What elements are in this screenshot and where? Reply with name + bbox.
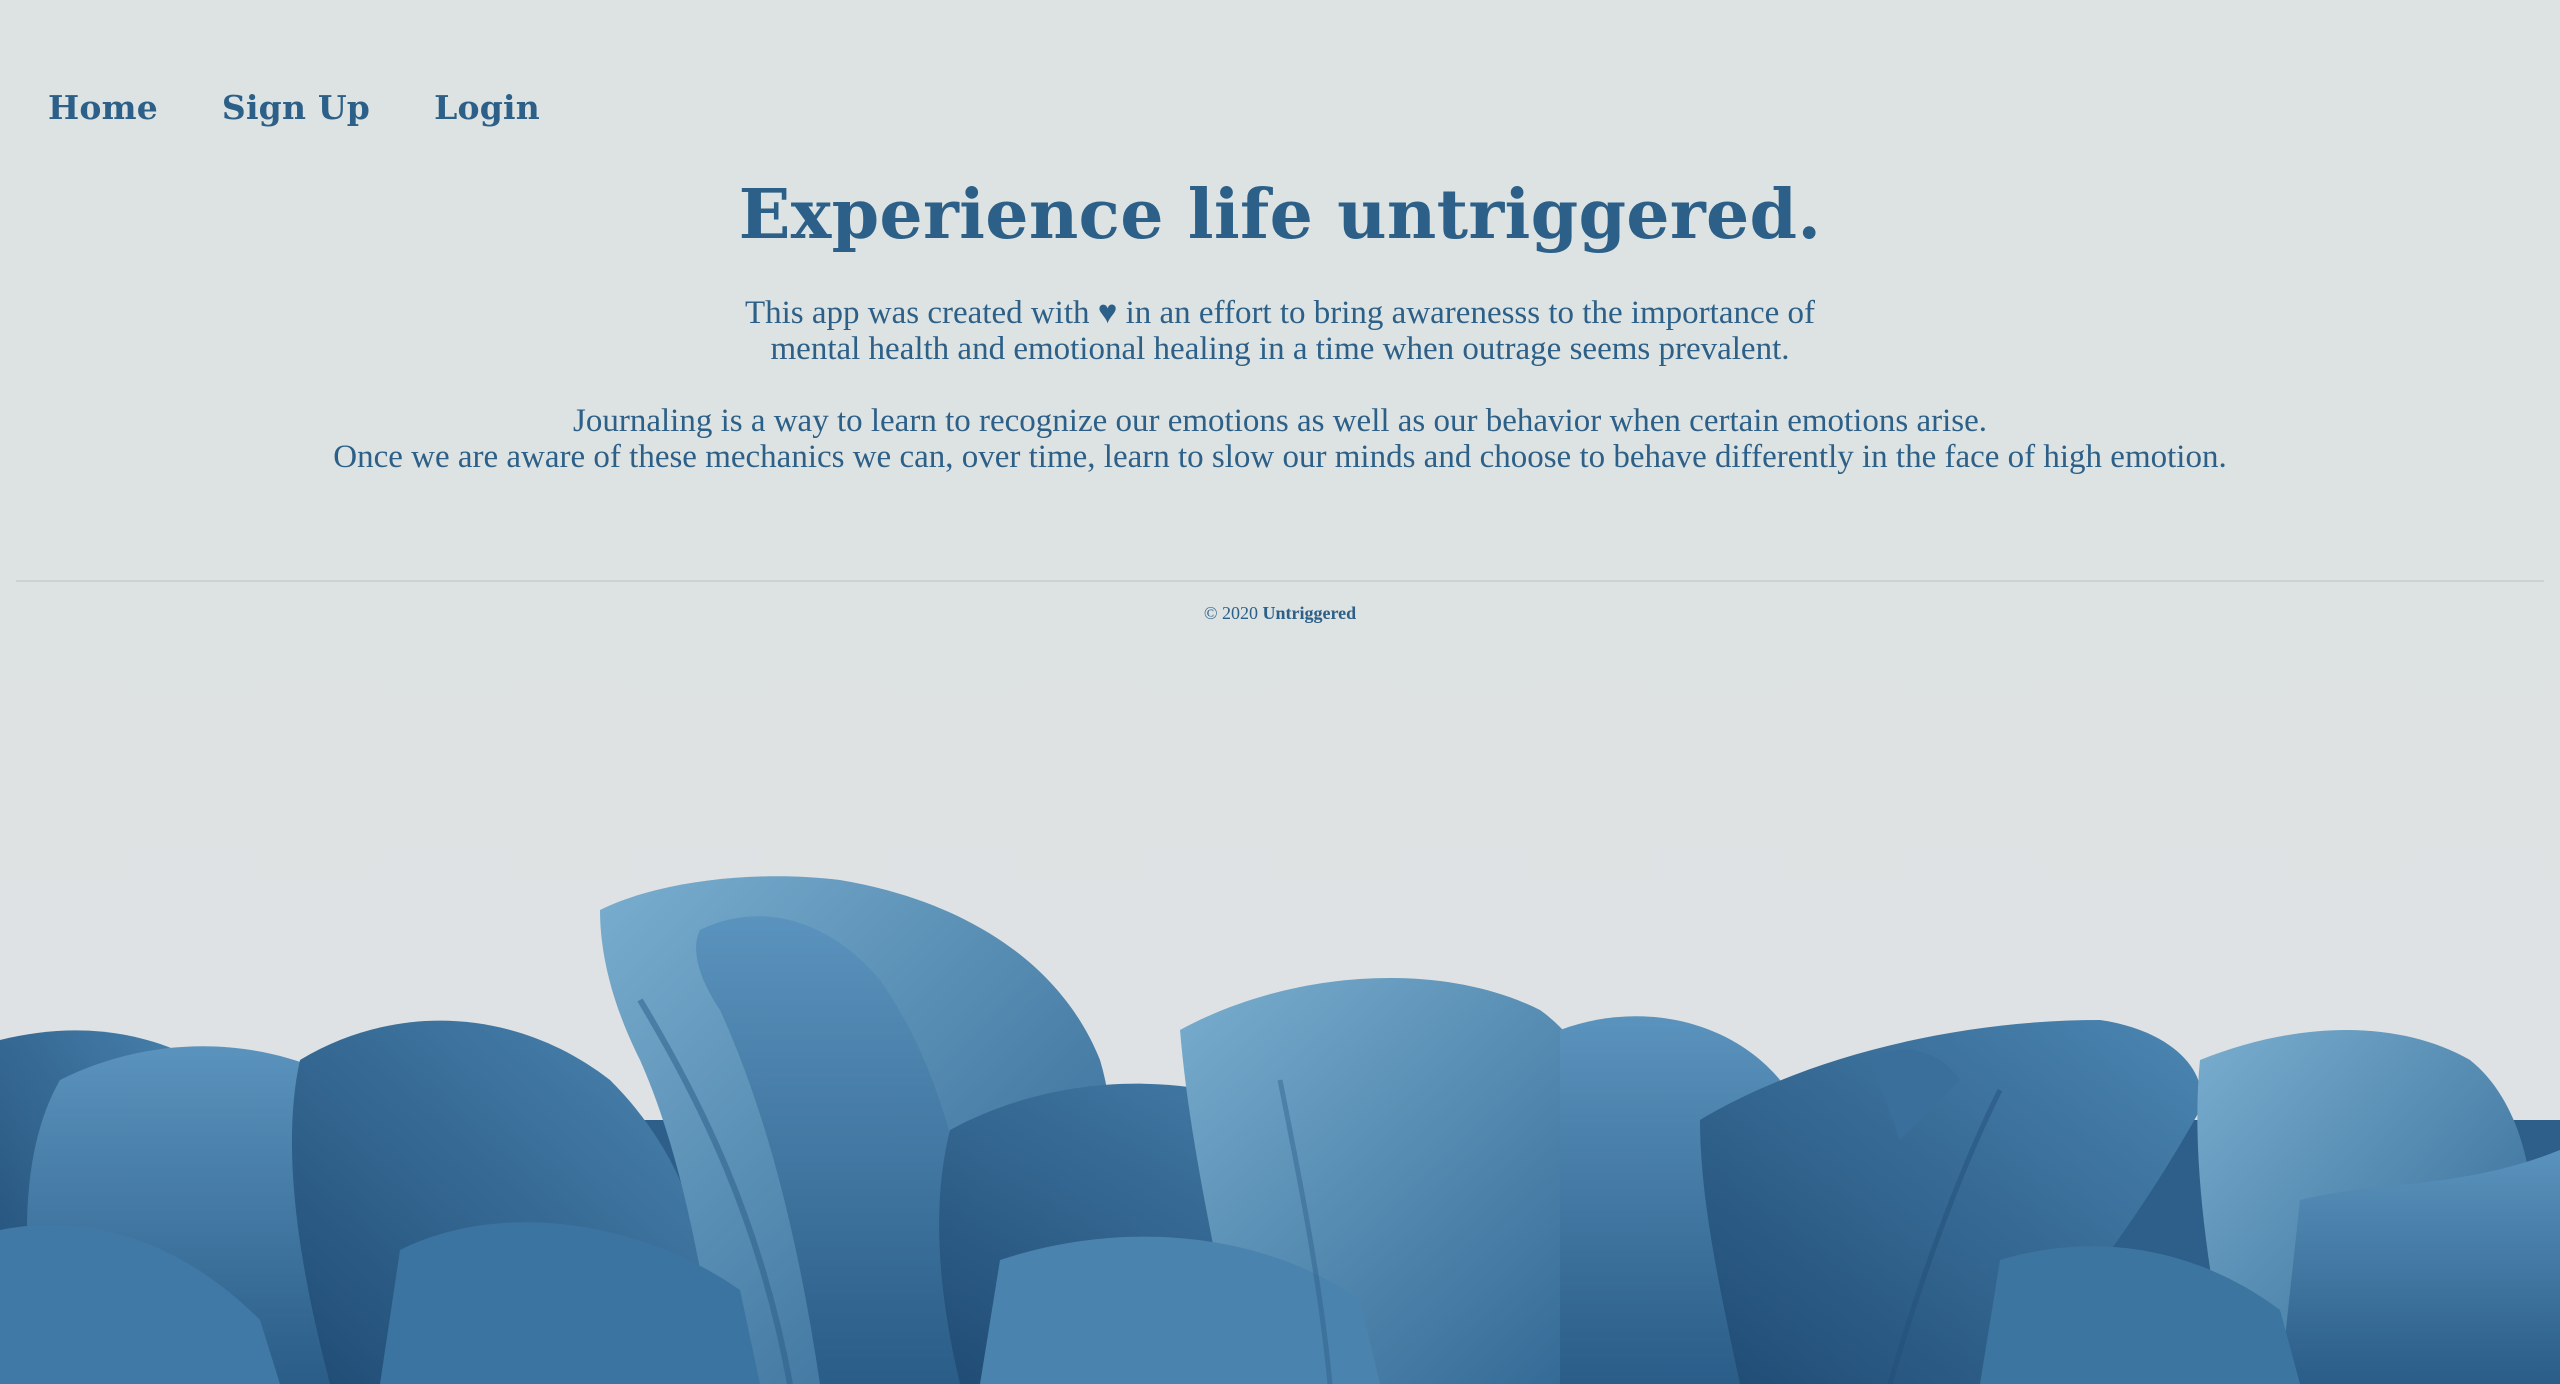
intro-line-1: This app was created with ♥ in an effort…: [744, 295, 1816, 331]
intro-paragraph: This app was created with ♥ in an effort…: [0, 295, 2560, 367]
footer-brand: Untriggered: [1262, 603, 1357, 623]
nav-home-link[interactable]: Home: [48, 88, 158, 127]
copyright-text: © 2020: [1203, 603, 1259, 623]
journaling-line-1: Journaling is a way to learn to recogniz…: [573, 403, 1987, 439]
journaling-paragraph: Journaling is a way to learn to recogniz…: [0, 403, 2560, 475]
footer-divider: [16, 580, 2544, 582]
footer: © 2020 Untriggered: [0, 603, 2560, 624]
hero-title: Experience life untriggered.: [738, 175, 1822, 255]
nav-login-link[interactable]: Login: [434, 88, 540, 127]
journaling-line-2: Once we are aware of these mechanics we …: [333, 439, 2227, 475]
nav-signup-link[interactable]: Sign Up: [222, 88, 370, 127]
main-nav: Home Sign Up Login: [48, 88, 540, 127]
intro-line-2: mental health and emotional healing in a…: [770, 331, 1790, 367]
main-content: Experience life untriggered. This app wa…: [0, 175, 2560, 475]
